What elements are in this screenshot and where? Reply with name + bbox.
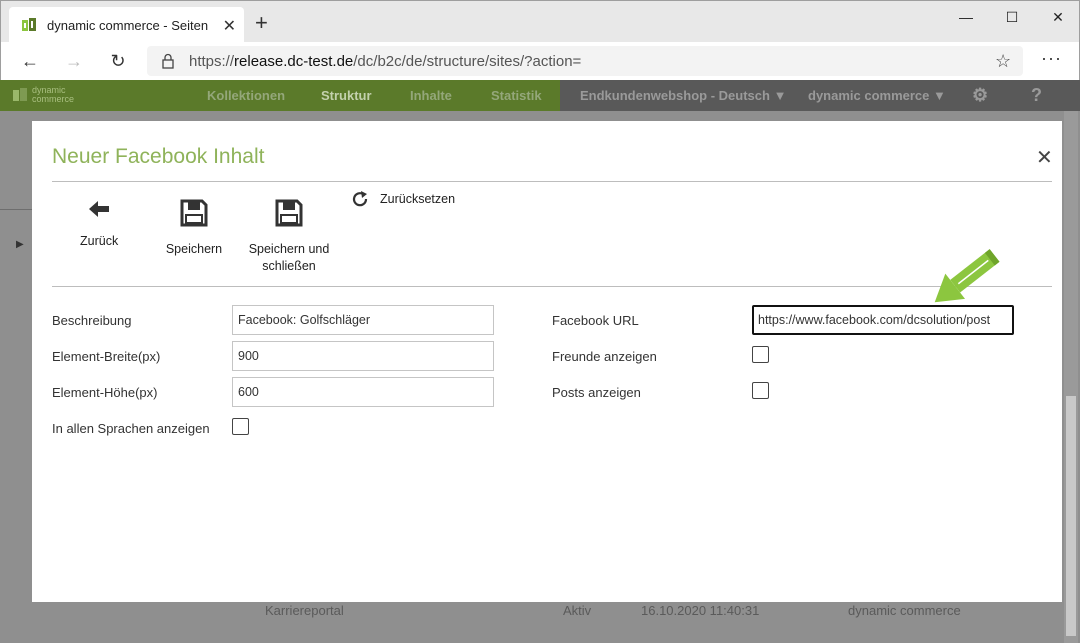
dc-logo[interactable]: dynamic commerce — [12, 86, 74, 104]
description-label: Beschreibung — [52, 313, 132, 328]
url-path: /dc/b2c/de/structure/sites/?action= — [353, 52, 582, 70]
width-label: Element-Breite(px) — [52, 349, 161, 364]
reset-label: Zurücksetzen — [380, 192, 456, 206]
more-menu-icon[interactable]: ··· — [1041, 48, 1062, 69]
facebook-content-dialog: Neuer Facebook Inhalt ✕ Zurück Speichern… — [32, 121, 1062, 602]
forward-arrow-icon[interactable]: → — [59, 48, 89, 74]
help-icon[interactable]: ? — [1031, 80, 1042, 111]
url-prefix: https:// — [189, 52, 235, 70]
scrollbar-thumb[interactable] — [1066, 396, 1076, 636]
tab-close-icon[interactable]: ✕ — [223, 16, 236, 36]
url-input[interactable]: https://release.dc-test.de/dc/b2c/de/str… — [147, 46, 1023, 76]
save-button[interactable]: Speichern — [162, 199, 226, 258]
app-header-right: Endkundenwebshop - Deutsch ▼ dynamic com… — [560, 80, 1080, 111]
toolbar-divider — [52, 286, 1052, 287]
shop-select-label: Endkundenwebshop - Deutsch — [580, 88, 770, 103]
chevron-down-icon: ▼ — [933, 88, 946, 103]
bg-row-owner: dynamic commerce — [848, 603, 961, 618]
save-close-label-2: schließen — [262, 259, 316, 273]
all-languages-checkbox[interactable] — [232, 418, 249, 435]
browser-tab-title: dynamic commerce - Seiten — [47, 17, 209, 33]
height-input[interactable]: 600 — [232, 377, 494, 407]
expand-arrow-icon: ▶ — [16, 239, 24, 250]
description-input[interactable]: Facebook: Golfschläger — [232, 305, 494, 335]
bg-row-name: Karriereportal — [265, 603, 344, 618]
reload-icon[interactable]: ↻ — [103, 48, 133, 74]
address-bar: ← → ↻ https://release.dc-test.de/dc/b2c/… — [0, 42, 1080, 80]
app-header: dynamic commerce Kollektionen Struktur I… — [0, 80, 1080, 111]
facebook-url-input[interactable]: https://www.facebook.com/dcsolution/post — [752, 305, 1014, 335]
dc-favicon-icon — [22, 18, 36, 31]
url-domain: release.dc-test.de — [234, 52, 354, 70]
title-divider — [52, 181, 1052, 182]
gear-icon[interactable]: ⚙ — [972, 80, 988, 111]
show-posts-label: Posts anzeigen — [552, 385, 641, 400]
lock-icon — [162, 53, 174, 69]
floppy-disk-icon — [180, 199, 208, 227]
height-label: Element-Höhe(px) — [52, 385, 158, 400]
all-languages-label: In allen Sprachen anzeigen — [52, 421, 210, 436]
show-posts-checkbox[interactable] — [752, 382, 769, 399]
reset-button[interactable]: Zurücksetzen — [352, 191, 455, 207]
show-friends-label: Freunde anzeigen — [552, 349, 657, 364]
browser-tab-bar: dynamic commerce - Seiten ✕ + — ☐ ✕ — [0, 0, 1080, 43]
nav-kollektionen[interactable]: Kollektionen — [207, 80, 285, 111]
save-close-label-1: Speichern und — [248, 242, 330, 256]
pencil-arrow-icon — [934, 249, 1000, 303]
favorite-star-icon[interactable]: ☆ — [995, 51, 1011, 72]
floppy-disk-icon — [275, 199, 303, 227]
app-nav-area: dynamic commerce Kollektionen Struktur I… — [0, 80, 560, 111]
back-arrow-icon[interactable]: ← — [15, 48, 45, 74]
save-label: Speichern — [165, 242, 223, 256]
window-close-icon[interactable]: ✕ — [1035, 1, 1080, 33]
arrow-left-icon — [89, 201, 109, 217]
browser-tab[interactable]: dynamic commerce - Seiten ✕ — [9, 7, 244, 43]
nav-struktur[interactable]: Struktur — [321, 80, 372, 111]
page-scrollbar[interactable] — [1064, 111, 1078, 643]
nav-inhalte[interactable]: Inhalte — [410, 80, 452, 111]
bg-divider — [0, 209, 32, 210]
dc-logo-icon — [13, 88, 27, 101]
redo-icon — [352, 191, 368, 207]
back-button[interactable]: Zurück — [80, 199, 118, 250]
bg-row-status: Aktiv — [563, 603, 592, 618]
maximize-icon[interactable]: ☐ — [989, 1, 1035, 33]
width-input[interactable]: 900 — [232, 341, 494, 371]
logo-text-2: commerce — [32, 94, 75, 104]
minimize-icon[interactable]: — — [943, 1, 989, 33]
save-and-close-button[interactable]: Speichern und schließen — [244, 199, 334, 275]
nav-statistik[interactable]: Statistik — [491, 80, 542, 111]
facebook-url-label: Facebook URL — [552, 313, 639, 328]
chevron-down-icon: ▼ — [773, 88, 787, 103]
company-select[interactable]: dynamic commerce ▼ — [808, 80, 946, 111]
bg-row-date: 16.10.2020 11:40:31 — [641, 603, 760, 618]
back-label: Zurück — [80, 234, 119, 248]
close-icon[interactable]: ✕ — [1036, 145, 1053, 170]
dialog-title: Neuer Facebook Inhalt — [52, 145, 265, 168]
show-friends-checkbox[interactable] — [752, 346, 769, 363]
shop-select[interactable]: Endkundenwebshop - Deutsch ▼ — [580, 80, 786, 111]
company-select-label: dynamic commerce — [808, 88, 930, 103]
new-tab-icon[interactable]: + — [255, 10, 268, 36]
